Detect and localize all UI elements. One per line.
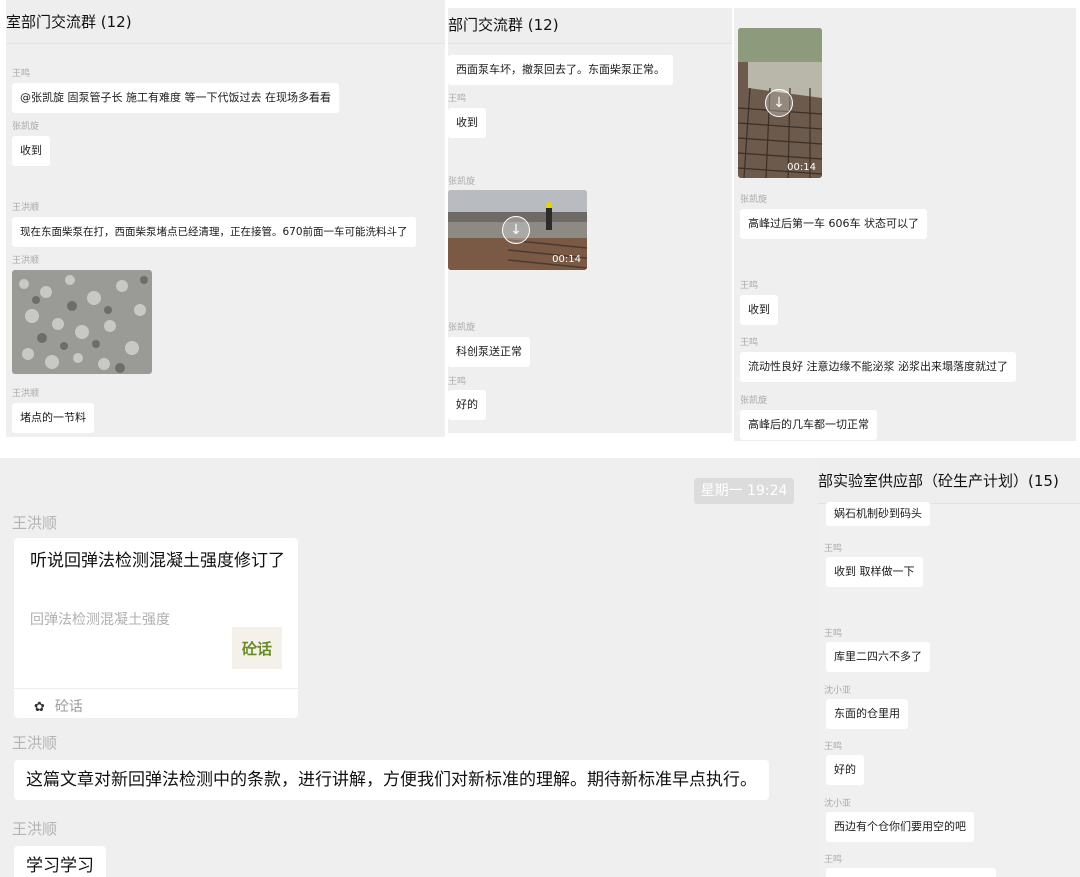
sender-name: 王洪顺 (12, 389, 40, 399)
sender-name: 王洪顺 (12, 734, 58, 752)
chat-panel-4: 星期一 19:24 王洪顺 听说回弹法检测混凝土强度修订了 回弹法检测混凝土强度… (0, 458, 818, 877)
tonghua-logo-icon: 砼话 (232, 627, 282, 669)
article-source[interactable]: ✿ 砼话 (34, 696, 83, 716)
sender-name: 王鸣 (740, 338, 759, 348)
message-bubble[interactable]: 好的 (448, 390, 486, 420)
chat-title: 室部门交流群 (12) (6, 0, 445, 44)
divider (14, 688, 298, 689)
source-logo-icon: ✿ (34, 700, 45, 715)
gravel-image[interactable] (12, 270, 152, 374)
article-title: 听说回弹法检测混凝土强度修订了 (30, 551, 285, 571)
sender-name: 王鸣 (824, 629, 843, 639)
sender-name: 王洪顺 (12, 514, 58, 532)
sender-name: 王鸣 (448, 94, 467, 104)
sender-name: 张凯旋 (12, 122, 40, 132)
message-bubble[interactable]: 高峰过后第一车 606车 状态可以了 (740, 209, 927, 239)
sender-name: 张凯旋 (740, 195, 768, 205)
video-duration: 00:14 (552, 254, 581, 265)
chat-panel-3: ↓ 00:14 张凯旋 高峰过后第一车 606车 状态可以了 王鸣 收到 王鸣 … (734, 8, 1076, 441)
sender-name: 王鸣 (824, 855, 843, 865)
message-bubble[interactable]: 西边有个仓你们要用空的吧 (826, 812, 974, 842)
article-description: 回弹法检测混凝土强度 (30, 612, 170, 628)
video-message[interactable]: ↓ 00:14 (738, 28, 822, 178)
message-bubble[interactable]: 学习学习 (14, 846, 106, 877)
message-bubble[interactable]: 库里二四六不多了 (826, 642, 930, 672)
message-bubble[interactable]: 收到 (740, 295, 778, 325)
sender-name: 沈小亚 (824, 799, 852, 809)
chat-panel-5: 部实验室供应部（砼生产计划）(15) 娲石机制砂到码头 王鸣 收到 取样做一下 … (818, 458, 1080, 877)
timestamp: 星期一 19:24 (694, 478, 794, 504)
chat-title: 部实验室供应部（砼生产计划）(15) (818, 458, 1080, 504)
message-bubble[interactable]: 堵点的一节料 (12, 403, 94, 433)
sender-name: 王洪顺 (12, 256, 40, 266)
sender-name: 王鸣 (12, 69, 31, 79)
gravel-photo (12, 270, 152, 374)
message-bubble[interactable]: @张凯旋 固泵管子长 施工有难度 等一下代饭过去 在现场多看看 (12, 83, 339, 113)
chat-title: 部门交流群 (12) (448, 8, 732, 44)
message-bubble[interactable] (826, 868, 996, 877)
message-bubble[interactable]: 西面泵车坏，撤泵回去了。东面柴泵正常。 (448, 55, 673, 85)
video-message[interactable]: ↓ 00:14 (448, 190, 587, 270)
message-bubble[interactable]: 东面的仓里用 (826, 699, 908, 729)
message-bubble[interactable]: 科创泵送正常 (448, 337, 530, 367)
download-icon[interactable]: ↓ (765, 89, 793, 117)
sender-name: 王洪顺 (12, 820, 58, 838)
video-duration: 00:14 (787, 162, 816, 173)
message-bubble[interactable]: 娲石机制砂到码头 (826, 502, 930, 526)
sender-name: 沈小亚 (824, 686, 852, 696)
sender-name: 王鸣 (740, 281, 759, 291)
download-icon[interactable]: ↓ (502, 216, 530, 244)
sender-name: 王鸣 (824, 544, 843, 554)
message-bubble[interactable]: 好的 (826, 755, 864, 785)
sender-name: 张凯旋 (448, 177, 476, 187)
message-bubble[interactable]: 收到 (12, 136, 50, 166)
message-bubble[interactable]: 流动性良好 注意边缘不能泌浆 泌浆出来塌落度就过了 (740, 352, 1016, 382)
sender-name: 张凯旋 (740, 396, 768, 406)
sender-name: 王鸣 (824, 742, 843, 752)
message-bubble[interactable]: 收到 (448, 108, 486, 138)
sender-name: 王洪顺 (12, 203, 40, 213)
message-bubble[interactable]: 高峰后的几车都一切正常 (740, 410, 877, 440)
chat-panel-1: 室部门交流群 (12) 王鸣 @张凯旋 固泵管子长 施工有难度 等一下代饭过去 … (6, 0, 445, 437)
sender-name: 王鸣 (448, 377, 467, 387)
message-bubble[interactable]: 这篇文章对新回弹法检测中的条款，进行讲解，方便我们对新标准的理解。期待新标准早点… (14, 760, 769, 800)
sender-name: 张凯旋 (448, 323, 476, 333)
message-bubble[interactable]: 现在东面柴泵在打，西面柴泵堵点已经清理，正在接管。670前面一车可能洗料斗了 (12, 217, 416, 247)
article-card[interactable]: 听说回弹法检测混凝土强度修订了 回弹法检测混凝土强度 砼话 ✿ 砼话 (14, 538, 298, 718)
chat-panel-2: 部门交流群 (12) 西面泵车坏，撤泵回去了。东面柴泵正常。 王鸣 收到 张凯旋… (448, 8, 732, 433)
message-bubble[interactable]: 收到 取样做一下 (826, 557, 923, 587)
